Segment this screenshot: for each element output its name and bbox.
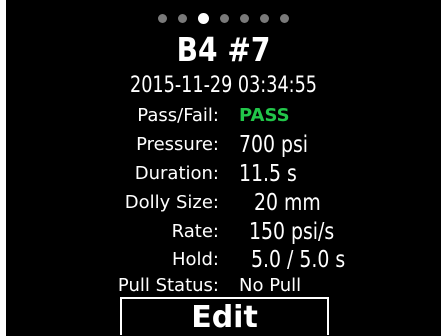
duration-value: 11.5 s bbox=[239, 161, 297, 187]
field-label: Dolly Size: bbox=[124, 192, 219, 213]
page-dot-3-active[interactable] bbox=[198, 12, 209, 24]
page-dot-5[interactable] bbox=[240, 13, 249, 23]
field-row-hold: Hold: 5.0 / 5.0 s bbox=[6, 246, 441, 274]
page-dot-2[interactable] bbox=[178, 13, 187, 23]
page-dot-1[interactable] bbox=[158, 13, 167, 23]
dolly-size-value: 20 mm bbox=[254, 190, 321, 216]
page-dot-7[interactable] bbox=[280, 13, 289, 23]
pull-status-value: No Pull bbox=[239, 275, 302, 296]
hold-value: 5.0 / 5.0 s bbox=[251, 247, 346, 273]
test-timestamp: 2015-11-29 03:34:55 bbox=[130, 73, 317, 98]
pass-fail-value: PASS bbox=[239, 105, 290, 126]
field-row-pull-status: Pull Status: No Pull bbox=[6, 272, 441, 300]
field-label: Pressure: bbox=[136, 134, 219, 155]
field-label: Pull Status: bbox=[117, 275, 219, 296]
edit-button[interactable]: Edit bbox=[120, 297, 329, 335]
field-label: Pass/Fail: bbox=[137, 105, 219, 126]
page-dot-6[interactable] bbox=[260, 13, 269, 23]
device-screen: B4 #7 2015-11-29 03:34:55 Pass/Fail: PAS… bbox=[6, 0, 441, 336]
field-row-pressure: Pressure: 700 psi bbox=[6, 131, 441, 159]
field-label: Duration: bbox=[134, 163, 219, 184]
field-row-pass-fail: Pass/Fail: PASS bbox=[6, 102, 441, 130]
field-row-duration: Duration: 11.5 s bbox=[6, 160, 441, 188]
field-label: Hold: bbox=[171, 249, 219, 270]
field-row-rate: Rate: 150 psi/s bbox=[6, 218, 441, 246]
field-row-dolly-size: Dolly Size: 20 mm bbox=[6, 189, 441, 217]
pressure-value: 700 psi bbox=[239, 132, 309, 158]
page-dot-4[interactable] bbox=[220, 13, 229, 23]
test-title: B4 #7 bbox=[176, 30, 271, 69]
page-indicator[interactable] bbox=[6, 10, 441, 26]
field-label: Rate: bbox=[171, 221, 219, 242]
rate-value: 150 psi/s bbox=[249, 219, 335, 245]
